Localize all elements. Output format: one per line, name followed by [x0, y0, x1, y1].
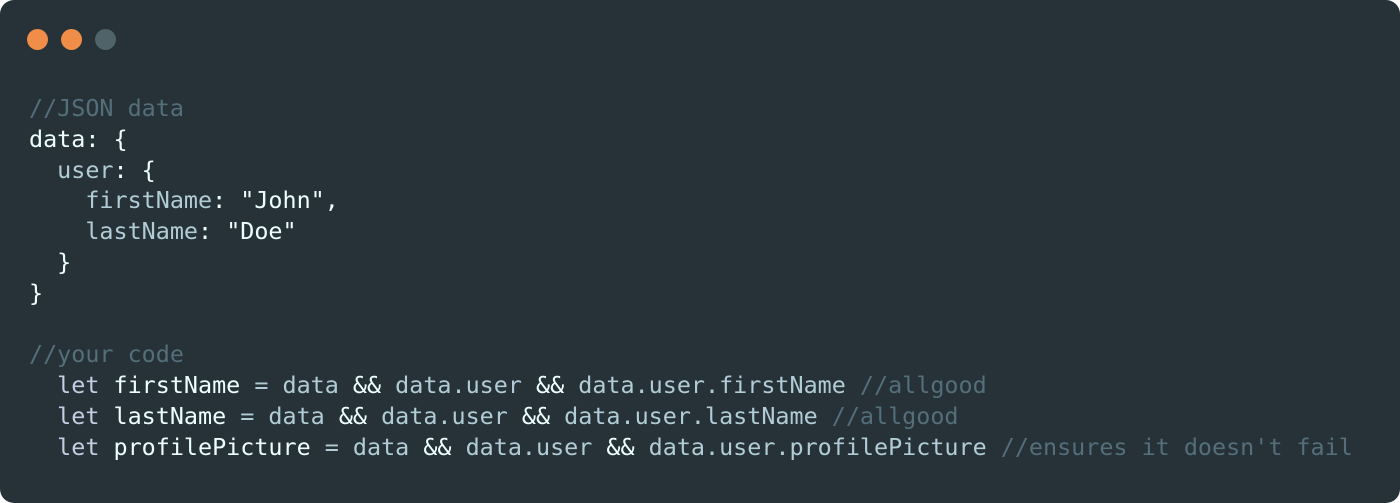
code-comment: //allgood	[831, 401, 959, 430]
code-token: data.user	[381, 371, 536, 400]
minimize-dot-icon[interactable]	[61, 29, 82, 50]
code-line: //your code	[29, 339, 1353, 370]
code-token: data.user.lastName	[550, 401, 832, 430]
code-line: //JSON data	[29, 93, 1353, 124]
code-window: //JSON data data: { user: { firstName: "J…	[0, 0, 1400, 503]
code-token: :	[212, 186, 241, 215]
code-token: &&	[352, 371, 382, 400]
code-token: firstName	[85, 186, 213, 215]
code-token: : {	[85, 124, 128, 153]
code-token: data	[268, 371, 353, 400]
code-token: firstName	[99, 371, 255, 400]
code-token: :	[198, 217, 227, 246]
code-line: lastName: "Doe"	[29, 216, 1353, 247]
code-token: user	[57, 155, 114, 184]
code-token: }	[29, 247, 72, 276]
code-line: }	[29, 278, 1353, 309]
code-token: data	[254, 401, 339, 430]
code-line: user: {	[29, 155, 1353, 186]
code-token: "John"	[240, 186, 325, 215]
window-controls	[27, 29, 116, 50]
code-line: let profilePicture = data && data.user &…	[29, 432, 1353, 463]
code-token: data	[29, 124, 86, 153]
code-token: let	[57, 432, 100, 461]
maximize-dot-icon[interactable]	[95, 29, 116, 50]
code-token: =	[240, 401, 255, 430]
code-token: data.user	[367, 401, 522, 430]
code-comment: //ensures it doesn't fail	[1000, 432, 1353, 461]
close-dot-icon[interactable]	[27, 29, 48, 50]
code-token: =	[254, 371, 269, 400]
code-block: //JSON data data: { user: { firstName: "J…	[29, 93, 1353, 463]
code-token: lastName	[85, 217, 199, 246]
code-token: &&	[606, 432, 635, 461]
code-token: &&	[521, 401, 551, 430]
code-comment: //JSON data	[29, 94, 184, 122]
code-token: &&	[536, 371, 565, 400]
code-token: "Doe"	[226, 217, 297, 246]
code-token: profilePicture	[99, 432, 325, 461]
code-token: lastName	[99, 401, 241, 430]
code-token: data.user.firstName	[564, 371, 860, 400]
code-line: firstName: "John",	[29, 185, 1353, 216]
code-token: let	[57, 371, 100, 400]
code-token: data.user.profilePicture	[634, 432, 1001, 461]
code-token: }	[29, 278, 44, 307]
code-line: let lastName = data && data.user && data…	[29, 401, 1353, 432]
code-comment: //your code	[29, 340, 184, 369]
code-line: let firstName = data && data.user && dat…	[29, 370, 1353, 401]
code-token: ,	[324, 186, 339, 215]
code-token: : {	[113, 155, 156, 184]
code-token: data	[338, 432, 424, 461]
code-token: &&	[423, 432, 452, 461]
code-token: let	[57, 401, 100, 430]
code-token: =	[324, 432, 339, 461]
code-line: }	[29, 247, 1353, 278]
code-comment: //allgood	[859, 371, 987, 400]
code-token: &&	[338, 401, 368, 430]
code-line: data: {	[29, 124, 1353, 155]
code-token: data.user	[451, 432, 607, 461]
